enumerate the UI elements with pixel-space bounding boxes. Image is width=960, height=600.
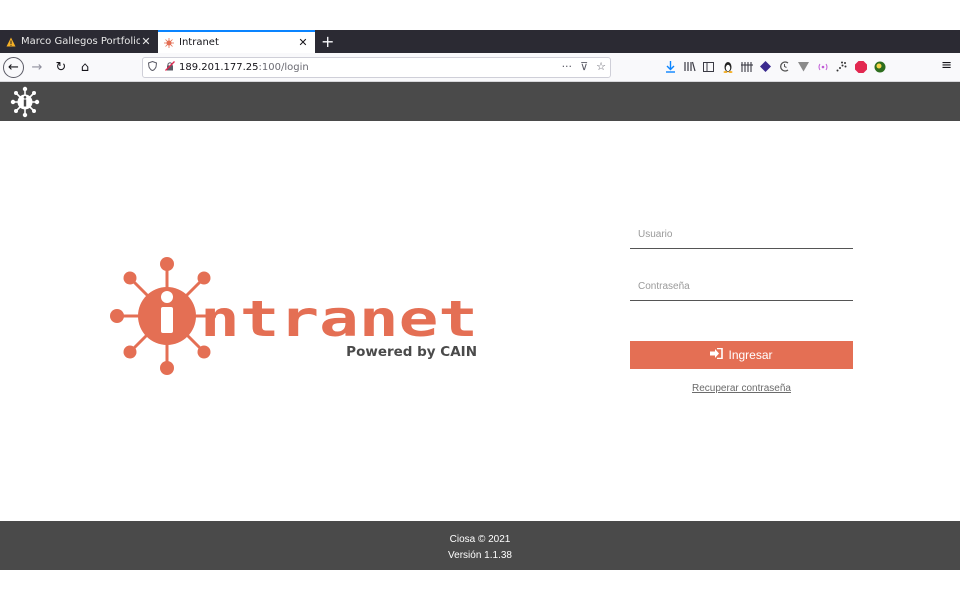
tab-portfolio[interactable]: Marco Gallegos Portfolio ✕ [0,30,158,53]
pocket-icon[interactable]: ⊽ [580,60,588,73]
home-button[interactable]: ⌂ [74,56,96,78]
url-path: :100/login [258,62,309,73]
browser-nav-bar: ← → ↻ ⌂ 189.201.177.25 :100/login ··· ⊽ … [0,53,960,82]
browser-tab-bar: Marco Gallegos Portfolio ✕ Intranet ✕ + [0,30,960,53]
close-icon[interactable]: ✕ [140,35,152,48]
intranet-brand-logo: ntranet Powered by CAIN [110,257,478,375]
footer: Ciosa © 2021 Versión 1.1.38 [0,521,960,570]
username-field[interactable] [630,220,853,249]
bottom-margin [0,570,960,600]
url-bar[interactable]: 189.201.177.25 :100/login ··· ⊽ ☆ [142,57,611,78]
new-tab-button[interactable]: + [315,30,340,53]
login-form: Ingresar Recuperar contraseña [630,220,853,394]
adblock-icon[interactable] [854,59,867,74]
library-icon[interactable] [683,59,696,74]
insecure-lock-icon[interactable] [161,61,179,74]
intranet-favicon-icon [164,37,174,48]
password-field[interactable] [630,272,853,301]
radio-icon[interactable] [816,59,829,74]
arrow-icon[interactable] [835,59,848,74]
forward-button[interactable]: → [26,56,48,78]
warning-icon [6,37,16,47]
linux-icon[interactable] [721,59,734,74]
download-icon[interactable] [664,59,677,74]
top-margin [0,0,960,30]
footer-version: Versión 1.1.38 [448,550,512,561]
login-button[interactable]: Ingresar [630,341,853,369]
url-host: 189.201.177.25 [179,62,259,73]
page-actions-icon[interactable]: ··· [562,60,573,73]
reader-icon[interactable] [702,59,715,74]
clock-icon[interactable] [778,59,791,74]
login-button-label: Ingresar [728,348,773,362]
grid-icon[interactable] [740,59,753,74]
brand-wordmark: ntranet [200,290,478,348]
app-header [0,82,960,121]
intranet-logo-icon[interactable] [10,86,40,118]
menu-button[interactable]: ≡ [941,58,952,73]
user-icon[interactable] [873,59,886,74]
back-button[interactable]: ← [3,56,24,78]
reload-button[interactable]: ↻ [50,56,72,78]
tab-title: Marco Gallegos Portfolio [21,36,140,47]
shield-icon[interactable] [143,60,161,74]
footer-copyright: Ciosa © 2021 [449,534,511,545]
toolbar-extensions [664,59,886,74]
close-icon[interactable]: ✕ [297,36,309,49]
brand-tagline: Powered by CAIN [346,344,477,360]
tab-title: Intranet [179,37,219,48]
sign-in-icon [710,347,724,362]
extension-icon[interactable] [759,59,772,74]
tab-intranet[interactable]: Intranet ✕ [158,30,315,53]
bookmark-star-icon[interactable]: ☆ [596,60,606,73]
vue-icon[interactable] [797,59,810,74]
recover-password-link[interactable]: Recuperar contraseña [630,383,853,394]
